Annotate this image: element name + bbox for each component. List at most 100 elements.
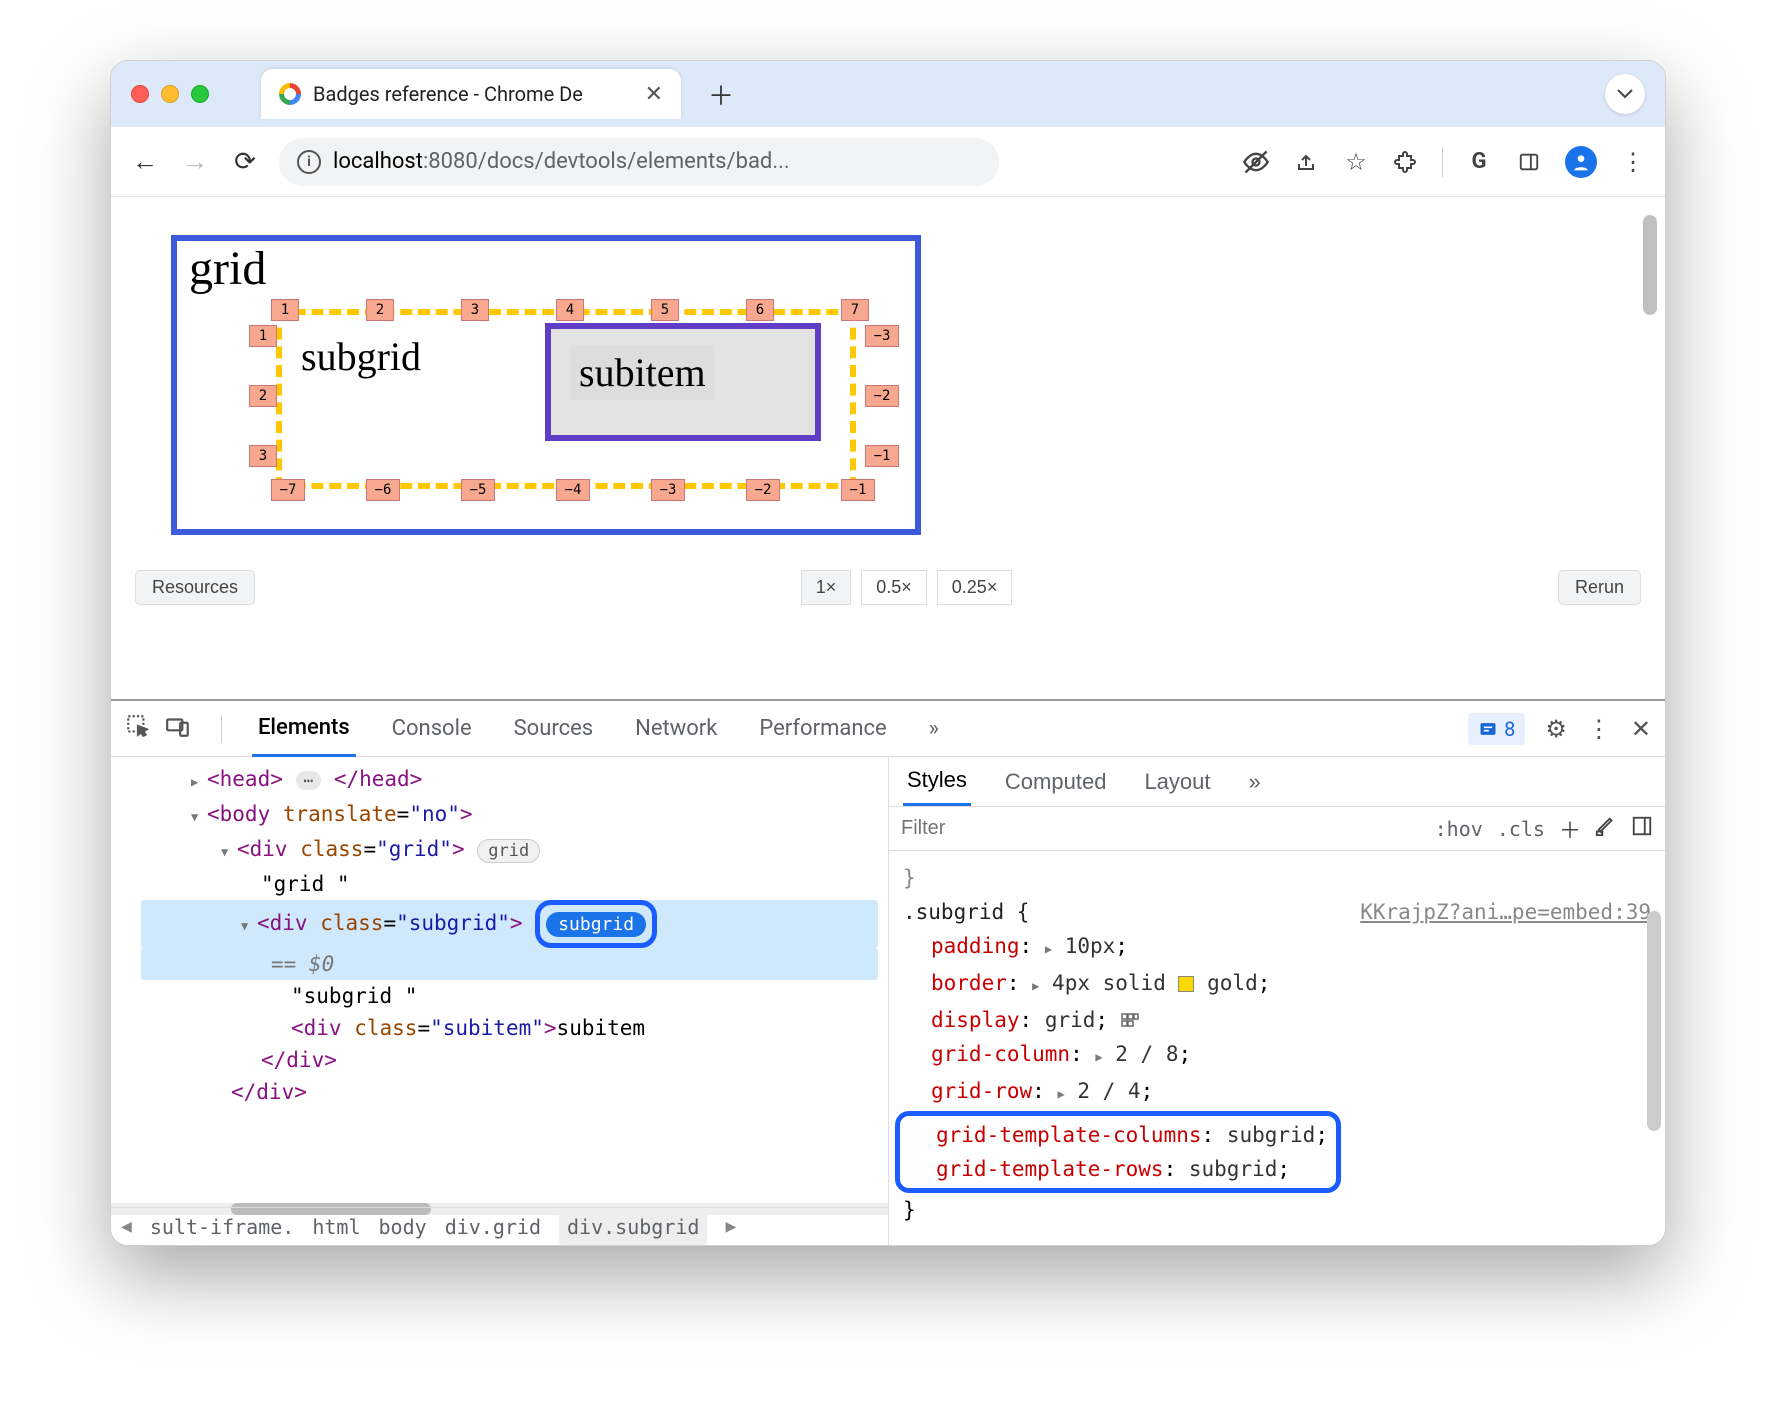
menu-icon[interactable]: ⋮ [1587,715,1611,743]
subgrid-text: subgrid [301,333,421,380]
device-toggle-icon[interactable] [165,713,191,745]
subgrid-badge-highlight: subgrid [535,900,657,948]
grid-editor-icon[interactable] [1121,1008,1139,1032]
grid-line-num: 3 [461,299,489,321]
grid-line-num: −3 [651,479,685,501]
tab-network[interactable]: Network [629,702,723,755]
grid-line-num: 2 [366,299,394,321]
crumb-iframe[interactable]: sult-iframe. [150,1211,295,1243]
titlebar: Badges reference - Chrome De ✕ ＋ [111,61,1665,127]
zoom-05x-button[interactable]: 0.5× [861,570,927,605]
browser-tab[interactable]: Badges reference - Chrome De ✕ [261,69,681,119]
grid-line-num: −7 [271,479,305,501]
reload-button[interactable]: ⟳ [229,147,261,177]
close-window-button[interactable] [131,85,149,103]
zoom-1x-button[interactable]: 1× [801,570,852,605]
grid-line-num: −3 [865,325,899,347]
devtools-panel: Elements Console Sources Network Perform… [111,699,1665,1245]
grid-line-num: 7 [841,299,869,321]
subgrid-badge[interactable]: subgrid [546,912,646,937]
tab-styles[interactable]: Styles [903,757,971,806]
eye-off-icon[interactable] [1242,148,1270,176]
new-tab-button[interactable]: ＋ [701,74,741,114]
settings-icon[interactable]: ⚙ [1545,715,1567,743]
styles-rules[interactable]: } .subgrid {KKrajpZ?ani…pe=embed:39 padd… [889,851,1665,1237]
grid-line-num: −2 [746,479,780,501]
issues-badge[interactable]: 8 [1468,713,1525,745]
menu-icon[interactable]: ⋮ [1619,148,1647,176]
crumb-grid[interactable]: div.grid [445,1211,541,1243]
back-button[interactable]: ← [129,146,161,177]
tab-computed[interactable]: Computed [1001,759,1111,805]
forward-button[interactable]: → [179,146,211,177]
grid-line-num: 2 [249,385,277,407]
tab-sources[interactable]: Sources [508,702,600,755]
dom-tree-panel[interactable]: <head> ⋯ </head> <body translate="no"> <… [111,757,888,1245]
google-icon[interactable]: G [1465,148,1493,176]
tab-performance[interactable]: Performance [753,702,892,755]
close-tab-icon[interactable]: ✕ [645,82,663,107]
cls-toggle[interactable]: .cls [1497,817,1545,841]
site-info-icon[interactable]: i [297,150,321,174]
zoom-025x-button[interactable]: 0.25× [937,570,1013,605]
grid-line-num: 1 [249,325,277,347]
separator [1442,147,1443,177]
grid-line-num: −4 [556,479,590,501]
resources-button[interactable]: Resources [135,570,255,605]
scrollbar-vertical[interactable] [1643,215,1657,315]
grid-line-num: 6 [746,299,774,321]
page-content: grid subgrid subitem 1 2 3 4 5 6 7 −7 −6… [111,197,1665,677]
minimize-window-button[interactable] [161,85,179,103]
more-tabs-icon[interactable]: » [923,702,945,755]
extensions-icon[interactable] [1392,148,1420,176]
address-bar: ← → ⟳ i localhost:8080/docs/devtools/ele… [111,127,1665,197]
maximize-window-button[interactable] [191,85,209,103]
url-input[interactable]: i localhost:8080/docs/devtools/elements/… [279,138,999,186]
more-tabs-icon[interactable]: » [1245,759,1265,805]
paintbrush-icon[interactable] [1595,815,1617,843]
tab-elements[interactable]: Elements [252,701,356,757]
grid-line-num: −6 [366,479,400,501]
window-controls [131,85,209,103]
grid-line-num: 3 [249,445,277,467]
crumb-body[interactable]: body [379,1211,427,1243]
tabs-dropdown-button[interactable] [1605,74,1645,114]
selected-node[interactable]: <div class="subgrid"> subgrid [141,900,878,948]
close-devtools-icon[interactable]: ✕ [1631,715,1651,743]
inspect-element-icon[interactable] [125,713,151,745]
tab-title: Badges reference - Chrome De [313,82,633,106]
crumb-next-icon[interactable]: ▶ [725,1211,736,1243]
crumb-html[interactable]: html [312,1211,360,1243]
grid-line-num: 4 [556,299,584,321]
new-rule-icon[interactable]: ＋ [1559,813,1581,845]
color-swatch[interactable] [1178,976,1194,992]
breadcrumb: ◀ sult-iframe. html body div.grid div.su… [111,1207,888,1245]
url-host: localhost [333,149,423,174]
hov-toggle[interactable]: :hov [1435,817,1483,841]
star-icon[interactable]: ☆ [1342,148,1370,176]
rerun-button[interactable]: Rerun [1558,570,1641,605]
grid-text: grid [189,241,266,296]
filter-input[interactable] [901,817,1421,840]
sidepanel-icon[interactable] [1515,148,1543,176]
subitem-text: subitem [571,345,714,400]
source-link[interactable]: KKrajpZ?ani…pe=embed:39 [1360,895,1651,929]
grid-line-num: −2 [865,385,899,407]
grid-line-num: −5 [461,479,495,501]
grid-line-num: −1 [865,445,899,467]
tab-layout[interactable]: Layout [1140,759,1214,805]
grid-line-num: 5 [651,299,679,321]
tab-console[interactable]: Console [386,702,478,755]
chrome-icon [279,83,301,105]
crumb-subgrid[interactable]: div.subgrid [559,1209,707,1245]
profile-avatar[interactable] [1565,146,1597,178]
grid-badge[interactable]: grid [477,839,540,863]
grid-line-num: 1 [271,299,299,321]
share-icon[interactable] [1292,148,1320,176]
styles-panel: Styles Computed Layout » :hov .cls ＋ } . [888,757,1665,1245]
highlighted-rules: grid-template-columns: subgrid; grid-tem… [895,1111,1341,1193]
scrollbar-vertical[interactable] [1647,911,1661,1131]
crumb-prev-icon[interactable]: ◀ [121,1211,132,1243]
ellipsis-badge[interactable]: ⋯ [296,771,322,790]
computed-panel-icon[interactable] [1631,815,1653,843]
